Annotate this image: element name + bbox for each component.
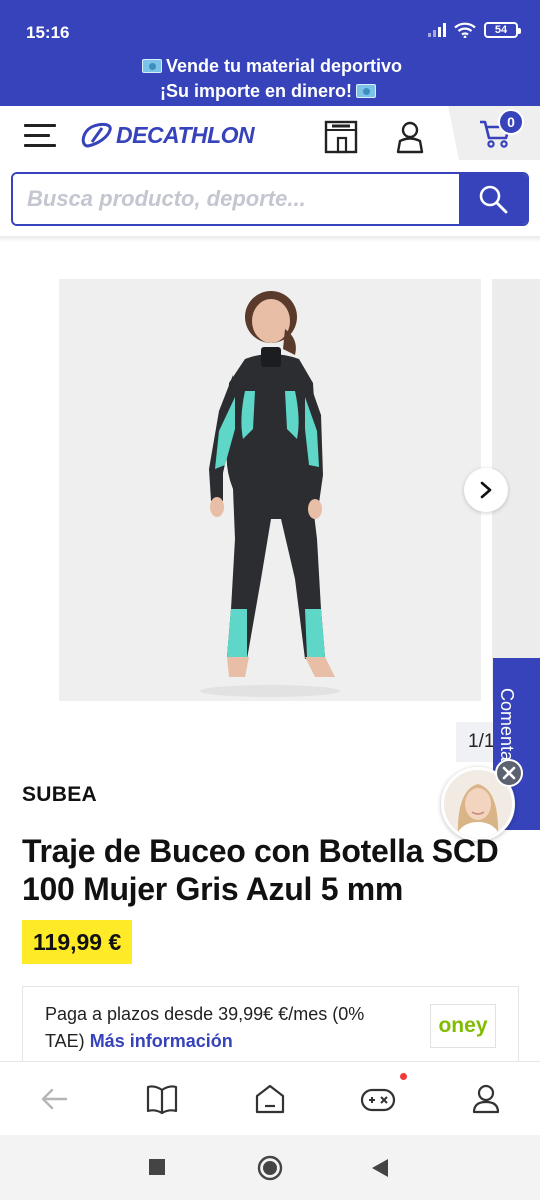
notification-dot — [400, 1073, 407, 1080]
gamepad-icon[interactable] — [360, 1082, 396, 1116]
decathlon-logo-mark — [81, 122, 112, 148]
header-shadow — [0, 236, 540, 242]
image-counter: 1/1 — [456, 722, 496, 762]
decathlon-logo[interactable]: DECATHLON — [80, 119, 255, 151]
oney-logo: oney — [430, 1004, 496, 1048]
product-price: 119,99 € — [22, 920, 133, 964]
status-icons: 54 — [428, 22, 521, 38]
financing-text-block: Paga a plazos desde 39,99€ €/mes (0% TAE… — [45, 1001, 405, 1055]
gallery-next-button[interactable] — [464, 468, 508, 512]
product-image[interactable] — [59, 279, 481, 701]
wifi-icon — [454, 22, 476, 38]
search-button[interactable] — [459, 174, 527, 224]
home-icon[interactable] — [254, 1082, 286, 1116]
profile-icon[interactable] — [471, 1082, 501, 1116]
financing-box: Paga a plazos desde 39,99€ €/mes (0% TAE… — [22, 986, 519, 1066]
product-brand[interactable]: SUBEA — [22, 783, 97, 807]
system-nav-bar — [0, 1135, 540, 1200]
status-time: 15:16 — [26, 23, 70, 42]
search-bar — [11, 172, 529, 226]
logo-text: DECATHLON — [116, 121, 255, 148]
recent-apps-icon[interactable] — [149, 1159, 165, 1175]
back-button-icon[interactable] — [371, 1158, 389, 1178]
wetsuit-model-illustration — [200, 291, 340, 697]
store-icon[interactable] — [324, 120, 358, 154]
book-icon[interactable] — [146, 1082, 178, 1116]
status-bar: 15:16 54 — [0, 0, 540, 50]
cart-count-badge: 0 — [498, 109, 524, 135]
close-x-icon — [502, 766, 516, 780]
signal-icon — [428, 23, 446, 37]
search-icon — [479, 185, 508, 214]
promo-line-2: ¡Su importe en dinero! — [159, 81, 352, 101]
back-arrow-icon[interactable] — [40, 1082, 68, 1116]
promo-banner[interactable]: Vende tu material deportivo ¡Su importe … — [0, 54, 540, 104]
chevron-right-icon — [480, 481, 492, 499]
product-title: Traje de Buceo con Botella SCD 100 Mujer… — [22, 833, 499, 907]
money-icon — [141, 59, 162, 73]
site-header: DECATHLON 0 — [0, 106, 540, 164]
account-icon[interactable] — [394, 120, 426, 154]
battery-icon: 54 — [484, 22, 521, 38]
promo-line-1: Vende tu material deportivo — [165, 56, 403, 76]
financing-more-info-link[interactable]: Más información — [90, 1031, 233, 1051]
browser-bottom-nav — [0, 1061, 540, 1135]
close-icon[interactable] — [495, 759, 523, 787]
menu-icon[interactable] — [24, 124, 56, 148]
search-input[interactable] — [13, 174, 461, 224]
money-icon — [356, 84, 376, 98]
top-banner: 15:16 54 Vende tu material deportivo ¡Su… — [0, 0, 540, 106]
home-button-icon[interactable] — [257, 1155, 283, 1181]
